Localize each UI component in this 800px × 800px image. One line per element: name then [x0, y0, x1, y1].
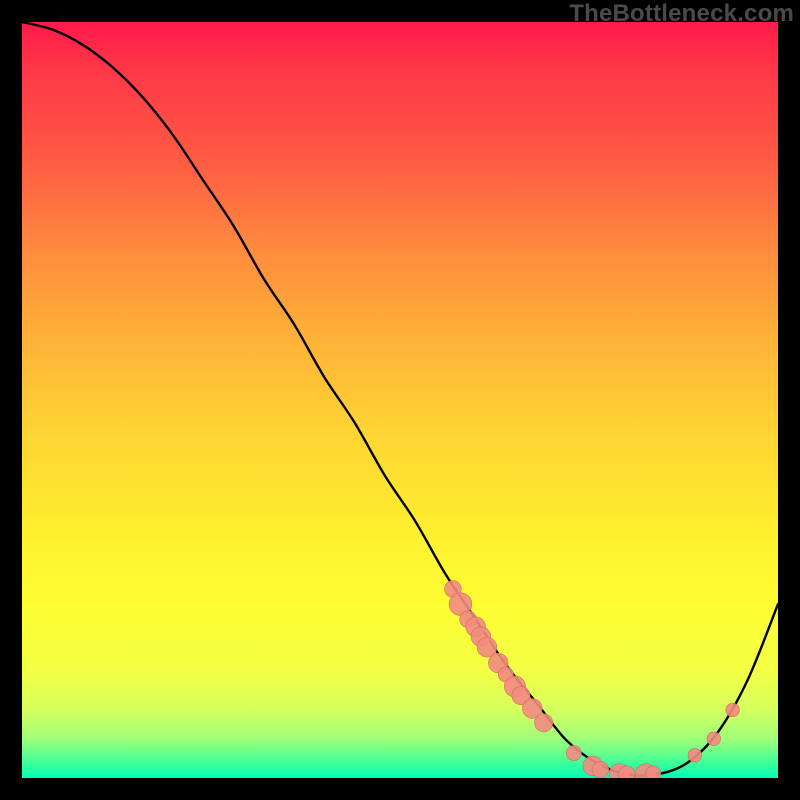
marker-group [445, 581, 740, 778]
data-marker [566, 745, 581, 760]
data-marker [707, 732, 721, 746]
data-marker [535, 714, 553, 732]
data-marker [726, 703, 740, 717]
chart-overlay-svg [22, 22, 778, 778]
chart-container: TheBottleneck.com [0, 0, 800, 800]
data-marker [592, 761, 609, 778]
plot-area [22, 22, 778, 778]
bottleneck-curve [22, 22, 778, 776]
data-marker [646, 766, 661, 778]
data-marker [688, 749, 702, 763]
